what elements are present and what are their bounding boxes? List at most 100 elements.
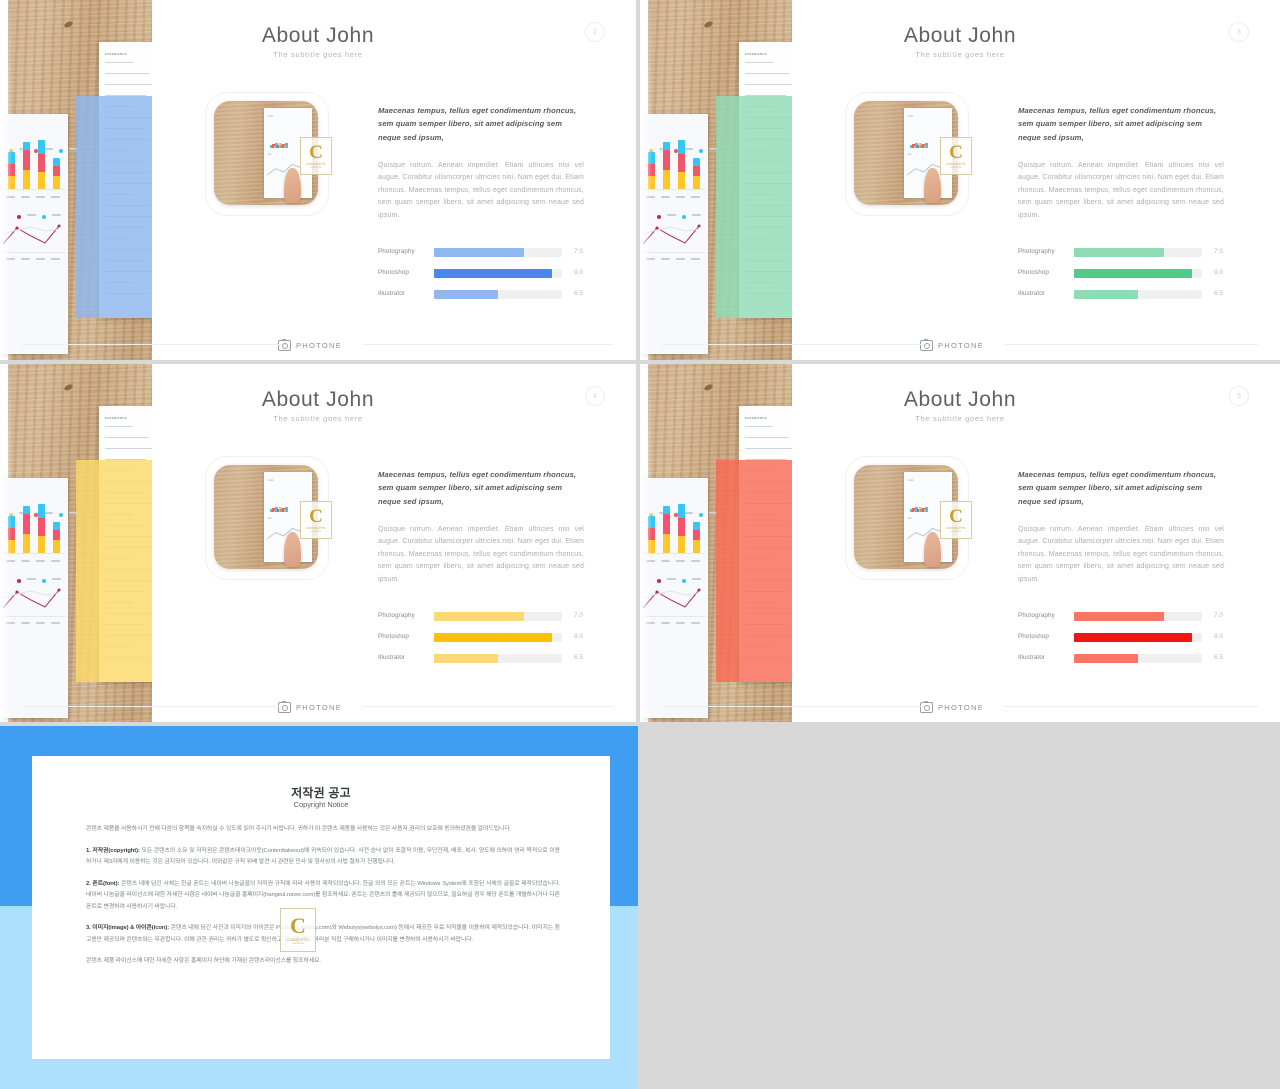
skill-row: Photoshop 9.0 [378,631,593,644]
photo-sheet-label: chart [907,478,914,482]
slide-4[interactable]: EXPERIENCE About John The subtitle goes … [0,364,636,722]
mini-bar-segment [693,158,700,166]
doc-text-line [105,84,152,85]
copyright-body: 콘텐츠 제품을 사용하시기 전에 다음의 항목을 숙지하실 수 있도록 읽어 주… [86,824,560,978]
photo-watermark: C CONCEPTS contents [940,137,972,175]
photo-sheet-label2: line [907,152,912,156]
mini-bar-segment [53,540,60,554]
mini-bar-segment [663,534,670,554]
copyright-title: 저작권 공고 [291,786,351,800]
mini-bar-segment [23,534,30,554]
page-number-badge[interactable]: 4 [585,386,605,406]
mini-chart-xlabels [6,560,60,562]
doc-text-line [745,62,773,63]
mini-bar [663,506,670,554]
footer-brand[interactable]: PHOTONE [278,338,342,351]
skill-value: 6.5 [574,654,584,661]
skill-row: Photoshop 9.0 [1018,631,1233,644]
page-number-badge[interactable]: 3 [1229,22,1249,42]
skill-value: 6.5 [1214,290,1224,297]
slide-3[interactable]: EXPERIENCE About John The subtitle goes … [640,0,1280,360]
lead-paragraph: Maecenas tempus, tellus eget condimentum… [1018,106,1217,142]
photo-chart-bar [925,507,929,512]
skills-list: Photography 7.0 Photoshop 9.0 Illustrato… [378,246,593,309]
slide-title: About John [903,388,1017,411]
mini-bar [53,158,60,190]
skill-label: Photography [1018,248,1055,255]
photo-watermark: C CONCEPTS contents [940,501,972,539]
camera-icon [920,700,933,713]
mini-bar [663,142,670,190]
skill-fill [434,290,498,299]
doc-text-line [745,426,773,427]
mini-bar [38,504,45,554]
mini-bar [23,142,30,190]
slide-5[interactable]: EXPERIENCE About John The subtitle goes … [640,364,1280,722]
mini-bar-segment [53,522,60,530]
footer-rule-left [662,344,924,345]
copyright-paragraph: 콘텐츠 제품 라이선스에 대한 자세한 사항은 홈페이지 하단에 기재된 콘텐츠… [86,958,321,965]
mini-bar-segment [23,150,30,170]
photo-chart-bar [285,143,289,148]
camera-icon [278,700,291,713]
photo-watermark: C CONCEPTS contents [300,137,332,175]
skill-fill [1074,248,1164,257]
skill-row: Illustrator 6.5 [1018,288,1233,301]
skill-fill [1074,654,1138,663]
skills-list: Photography 7.0 Photoshop 9.0 Illustrato… [1018,246,1233,309]
page-number-badge[interactable]: 5 [1229,386,1249,406]
skill-value: 9.0 [1214,269,1224,276]
mini-bar [53,522,60,554]
footer-brand[interactable]: PHOTONE [920,700,985,713]
lead-paragraph: Maecenas tempus, tellus eget condimentum… [378,470,577,506]
photo-sheet-label2: line [267,152,272,156]
footer-rule-left [22,706,282,707]
skill-label: Photoshop [1018,269,1050,276]
mini-bar-segment [23,142,30,150]
mini-bar-segment [38,172,45,190]
mini-bar-segment [53,158,60,166]
skill-label: Illustrator [378,654,405,661]
skill-row: Photography 7.0 [378,610,593,623]
mini-bar [678,140,685,190]
footer-brand[interactable]: PHOTONE [920,338,984,351]
photo-chart-bar [285,507,289,512]
page-number-badge[interactable]: 2 [585,22,605,42]
skill-value: 9.0 [1214,633,1224,640]
skill-row: Illustrator 6.5 [1018,652,1233,665]
mini-bar-segment [678,172,685,190]
mini-chart-xlabels [646,196,700,198]
photo-sheet-label: chart [907,114,914,118]
mini-bar-segment [38,154,45,172]
skill-label: Illustrator [1018,290,1045,297]
mini-bar-segment [663,142,670,150]
mini-bar-segment [38,518,45,536]
slide-2[interactable]: EXPERIENCE About John The subtitle goes … [0,0,636,360]
skill-value: 7.0 [574,248,584,255]
doc-text-line [745,84,792,85]
mini-line-xlabels [646,258,700,260]
skills-list: Photography 7.0 Photoshop 9.0 Illustrato… [378,610,593,673]
skill-row: Illustrator 6.5 [378,652,593,665]
skill-label: Illustrator [1018,654,1045,661]
slide-copyright[interactable]: 저작권 공고 Copyright Notice 콘텐츠 제품을 사용하시기 전에… [0,726,638,1089]
doc-text-line [745,448,792,449]
skill-fill [434,654,498,663]
skill-value: 9.0 [574,269,584,276]
mini-bar-segment [38,504,45,518]
mini-bar-segment [693,166,700,176]
skill-fill [434,269,552,278]
mini-bar [23,506,30,554]
slide-title: About John [903,24,1017,47]
mini-bar [38,140,45,190]
mini-bar-segment [693,176,700,190]
color-overlay-panel [76,96,152,318]
mini-bar-segment [693,522,700,530]
skill-row: Photography 7.0 [1018,610,1233,623]
footer-brand-label: PHOTONE [938,702,985,712]
camera-icon [278,338,291,351]
footer-brand[interactable]: PHOTONE [278,700,342,713]
slide-title: About John [261,24,375,47]
skill-label: Photoshop [1018,633,1050,640]
copyright-paragraph: 콘텐츠 제품을 사용하시기 전에 다음의 항목을 숙지하실 수 있도록 읽어 주… [86,826,512,832]
